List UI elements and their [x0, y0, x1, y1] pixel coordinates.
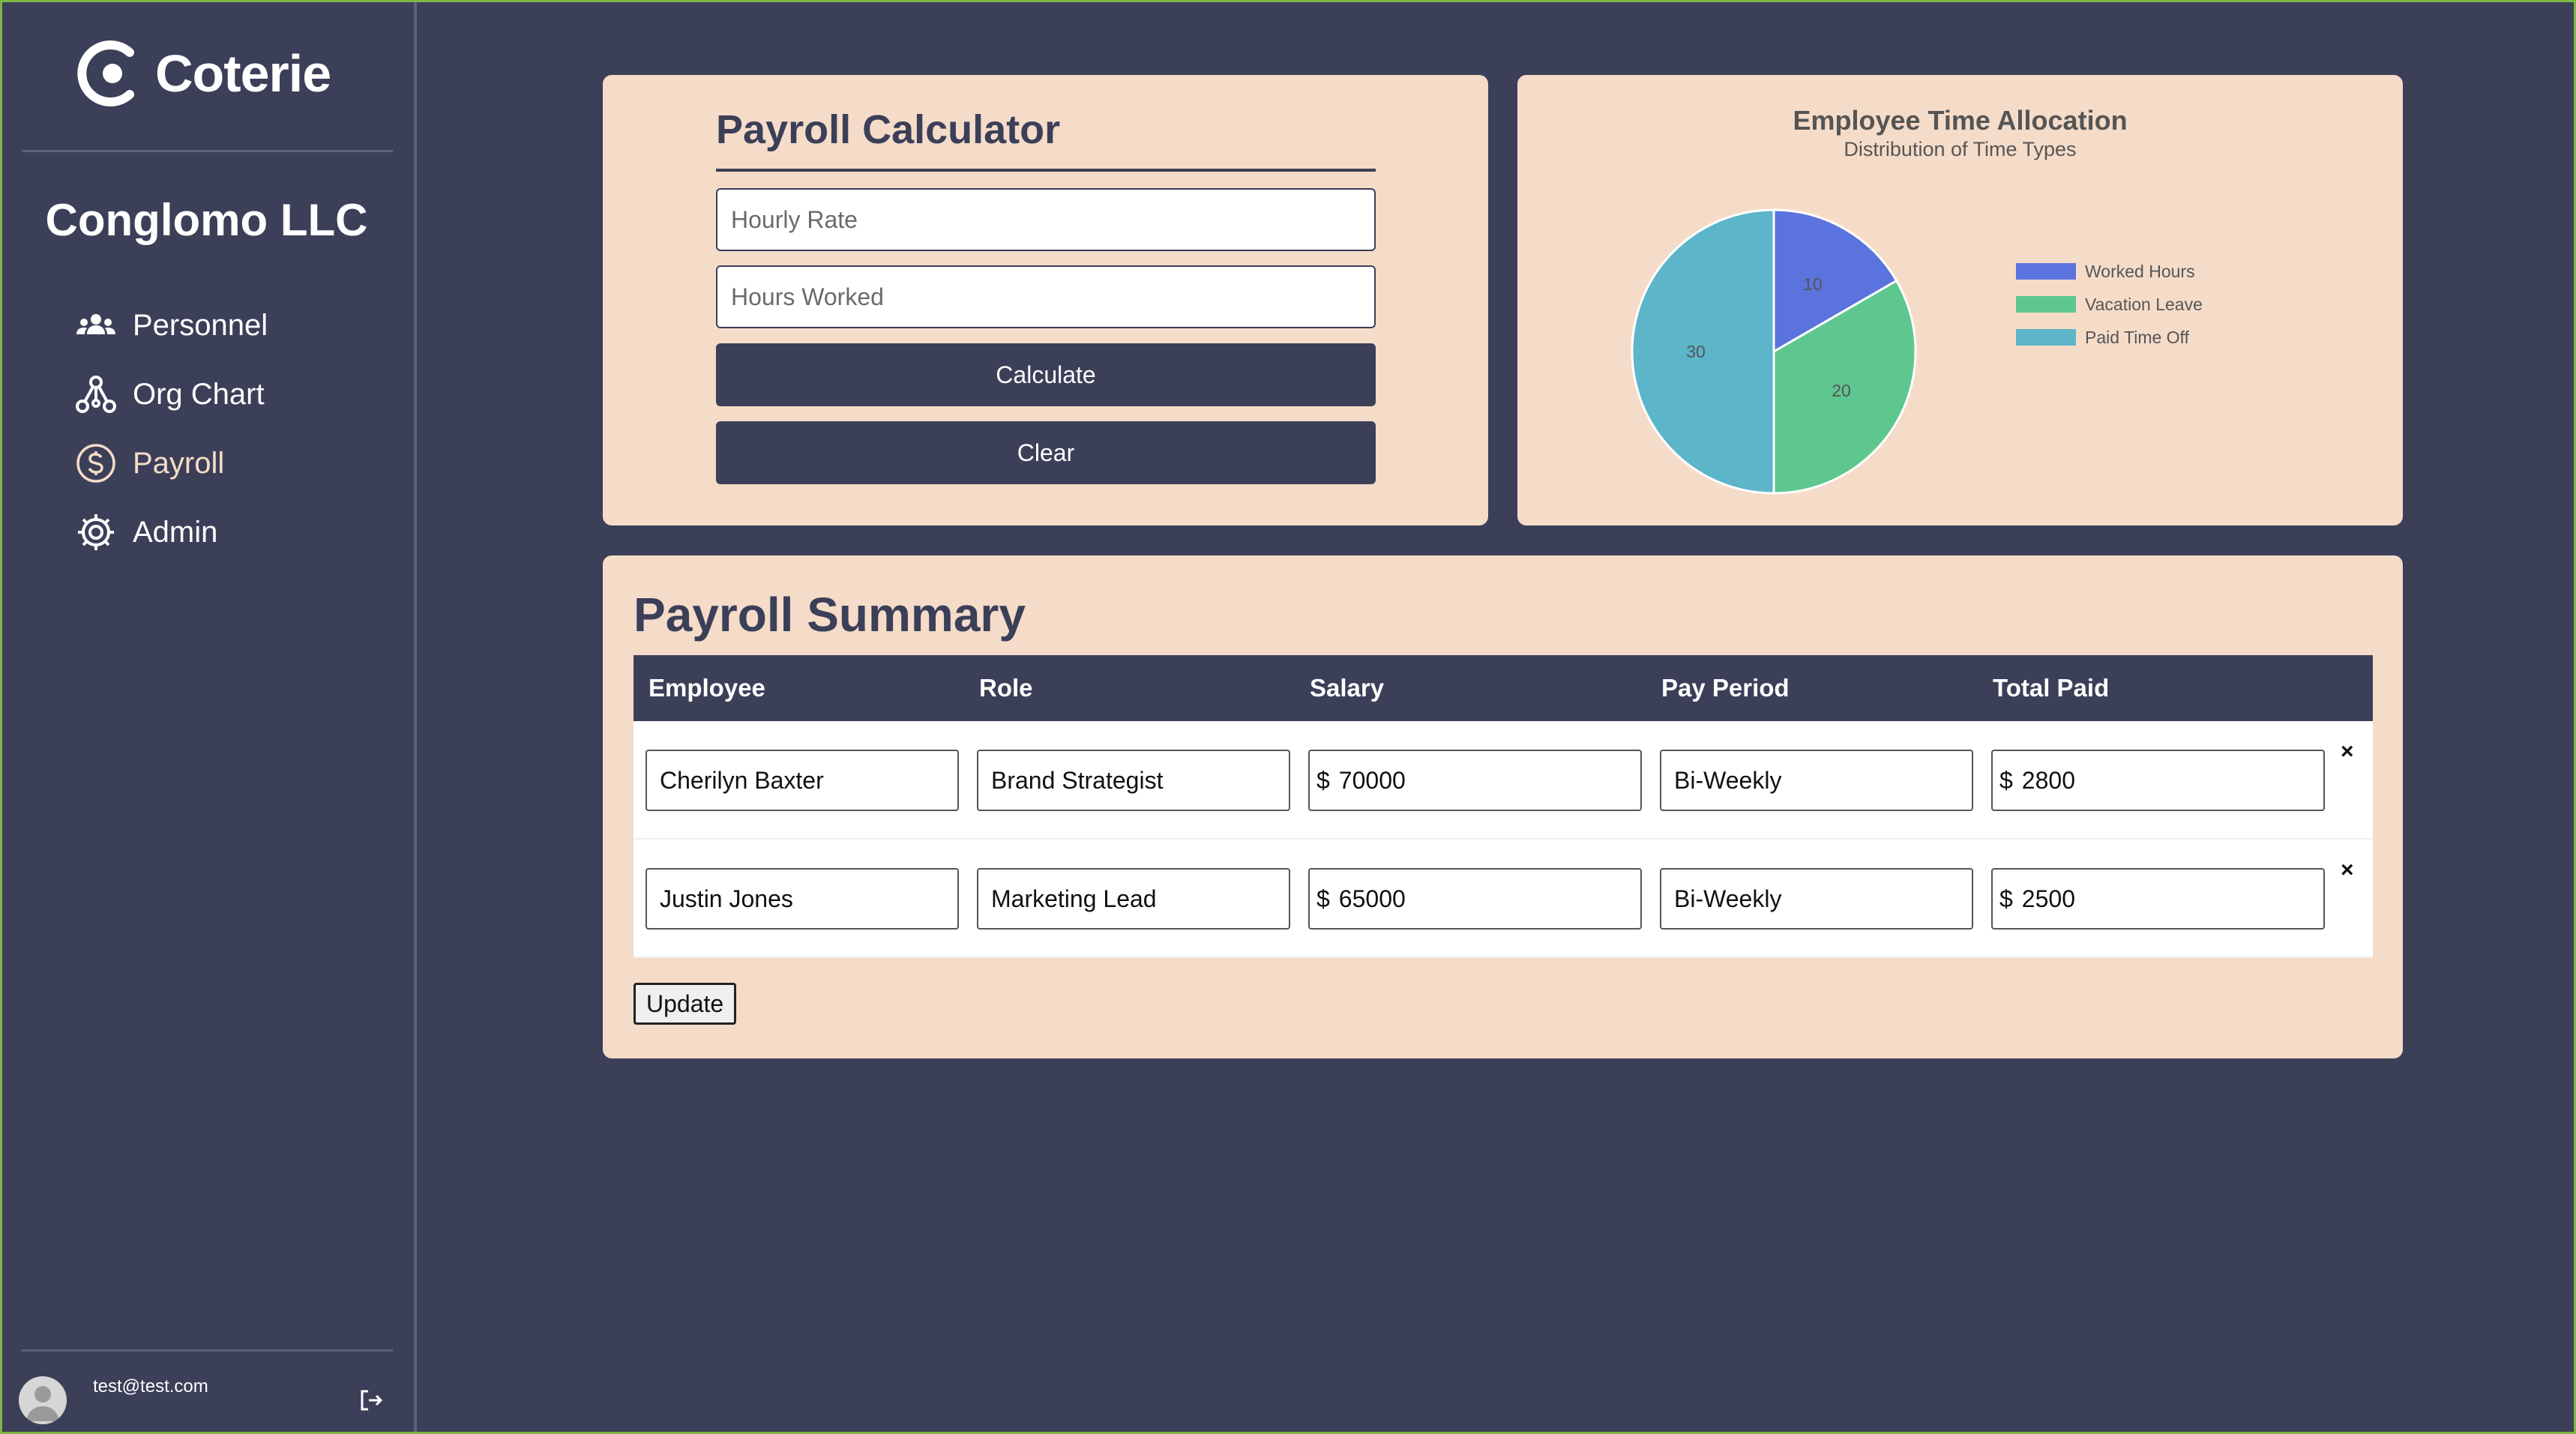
sidebar-item-payroll[interactable]: Payroll — [74, 429, 268, 498]
total-paid-value: 2800 — [2021, 766, 2075, 794]
coterie-logo-icon — [77, 40, 134, 106]
role-field[interactable]: Brand Strategist — [977, 750, 1290, 811]
legend-label: Vacation Leave — [2085, 294, 2203, 314]
pay-period-field[interactable]: Bi-Weekly — [1660, 750, 1973, 811]
logout-icon[interactable] — [358, 1387, 385, 1414]
currency-symbol: $ — [1316, 766, 1330, 794]
sidebar-item-label: Admin — [133, 515, 218, 549]
currency-symbol: $ — [1316, 885, 1330, 912]
total-paid-field[interactable]: $2800 — [1991, 750, 2325, 811]
clear-button[interactable]: Clear — [716, 421, 1376, 484]
pie-chart: 10 20 30 — [1631, 208, 1917, 495]
table-header: Employee Role Salary Pay Period Total Pa… — [634, 655, 2373, 721]
sidebar-item-org-chart[interactable]: Org Chart — [74, 360, 268, 429]
column-header-employee: Employee — [648, 674, 765, 702]
role-value: Marketing Lead — [991, 885, 1157, 912]
role-value: Brand Strategist — [991, 766, 1164, 794]
currency-symbol: $ — [1999, 766, 2013, 794]
app-name: Coterie — [155, 44, 331, 103]
legend-swatch — [2016, 329, 2076, 346]
company-name: Conglomo LLC — [45, 195, 368, 245]
sidebar: Coterie Conglomo LLC Personnel Org Chart — [2, 2, 417, 1432]
salary-value: 70000 — [1338, 766, 1406, 794]
hourly-rate-input[interactable] — [716, 188, 1376, 251]
calculate-button[interactable]: Calculate — [716, 343, 1376, 406]
logo[interactable]: Coterie — [77, 36, 331, 111]
pay-period-field[interactable]: Bi-Weekly — [1660, 868, 1973, 930]
sidebar-nav: Personnel Org Chart Payroll Admin — [74, 291, 268, 567]
chart-legend: Worked Hours Vacation Leave Paid Time Off — [2016, 255, 2203, 354]
employee-field[interactable]: Cherilyn Baxter — [645, 750, 959, 811]
calculator-title: Payroll Calculator — [716, 107, 1061, 152]
legend-item[interactable]: Worked Hours — [2016, 255, 2203, 288]
salary-field[interactable]: $70000 — [1308, 750, 1642, 811]
column-header-salary: Salary — [1310, 674, 1385, 702]
sidebar-divider-top — [22, 150, 393, 152]
update-button[interactable]: Update — [634, 983, 737, 1025]
table-row: Justin Jones Marketing Lead $65000 Bi-We… — [634, 840, 2373, 958]
user-row: test@test.com — [19, 1376, 394, 1429]
avatar[interactable] — [19, 1376, 67, 1424]
sidebar-item-label: Org Chart — [133, 377, 265, 411]
column-header-total-paid: Total Paid — [1993, 674, 2110, 702]
time-allocation-chart-card: Employee Time Allocation Distribution of… — [1517, 75, 2403, 525]
legend-swatch — [2016, 296, 2076, 313]
salary-value: 65000 — [1338, 885, 1406, 912]
pie-data-label: 30 — [1686, 342, 1706, 361]
calculator-title-rule — [716, 169, 1376, 172]
org-chart-icon — [74, 373, 118, 416]
user-email: test@test.com — [93, 1376, 208, 1397]
payroll-summary-card: Payroll Summary Employee Role Salary Pay… — [603, 555, 2403, 1058]
sidebar-item-personnel[interactable]: Personnel — [74, 291, 268, 360]
pay-period-value: Bi-Weekly — [1674, 766, 1782, 794]
delete-row-icon[interactable]: × — [2341, 739, 2354, 765]
total-paid-field[interactable]: $2500 — [1991, 868, 2325, 930]
salary-field[interactable]: $65000 — [1308, 868, 1642, 930]
dollar-icon — [74, 442, 118, 485]
legend-item[interactable]: Vacation Leave — [2016, 288, 2203, 321]
payroll-calculator-card: Payroll Calculator Calculate Clear — [603, 75, 1488, 525]
gear-icon — [74, 510, 118, 554]
sidebar-item-label: Personnel — [133, 308, 268, 342]
table-row: Cherilyn Baxter Brand Strategist $70000 … — [634, 721, 2373, 840]
summary-title: Payroll Summary — [634, 588, 1026, 642]
employee-field[interactable]: Justin Jones — [645, 868, 959, 930]
people-icon — [74, 304, 118, 347]
payroll-table: Employee Role Salary Pay Period Total Pa… — [634, 655, 2373, 958]
pay-period-value: Bi-Weekly — [1674, 885, 1782, 912]
currency-symbol: $ — [1999, 885, 2013, 912]
sidebar-item-label: Payroll — [133, 446, 225, 480]
role-field[interactable]: Marketing Lead — [977, 868, 1290, 930]
column-header-role: Role — [979, 674, 1033, 702]
legend-item[interactable]: Paid Time Off — [2016, 321, 2203, 354]
legend-label: Worked Hours — [2085, 261, 2195, 281]
employee-value: Justin Jones — [660, 885, 793, 912]
sidebar-item-admin[interactable]: Admin — [74, 498, 268, 567]
sidebar-divider-bottom — [22, 1349, 393, 1352]
delete-row-icon[interactable]: × — [2341, 858, 2354, 883]
column-header-pay-period: Pay Period — [1661, 674, 1790, 702]
pie-data-label: 10 — [1803, 274, 1823, 294]
legend-label: Paid Time Off — [2085, 327, 2189, 347]
hours-worked-input[interactable] — [716, 265, 1376, 328]
legend-swatch — [2016, 263, 2076, 280]
total-paid-value: 2500 — [2021, 885, 2075, 912]
pie-data-label: 20 — [1832, 381, 1851, 400]
employee-value: Cherilyn Baxter — [660, 766, 824, 794]
